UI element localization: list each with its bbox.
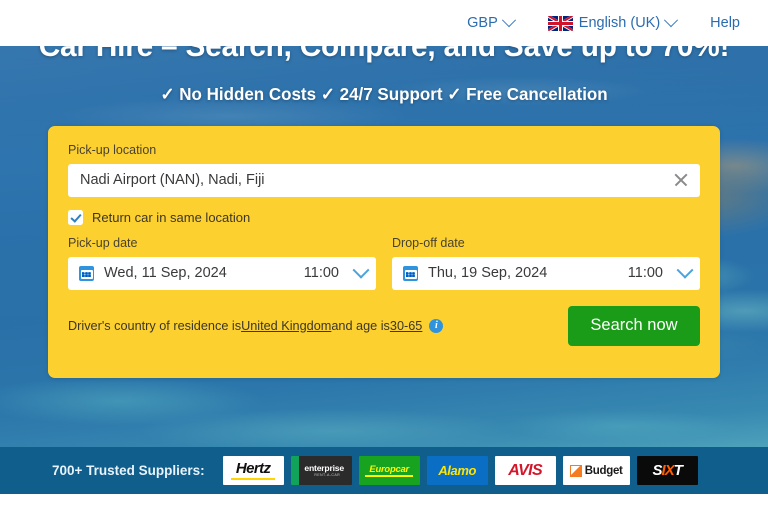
pickup-date-label: Pick-up date (68, 235, 138, 250)
supplier-logo-hertz[interactable]: Hertz (222, 456, 284, 485)
search-button[interactable]: Search now (568, 305, 700, 346)
pickup-location-value[interactable]: Nadi Airport (NAN), Nadi, Fiji (80, 172, 672, 188)
calendar-icon (79, 265, 94, 281)
checkbox-check-icon (68, 209, 83, 225)
date-fields-row: Pick-up date Wed, 11 Sep, 2024 11:00 Dro… (68, 235, 700, 290)
pickup-date-value: Wed, 11 Sep, 2024 (104, 265, 227, 281)
info-icon[interactable]: i (429, 318, 444, 333)
europcar-logo-text: Europcar (369, 462, 409, 474)
pickup-date-group: Pick-up date Wed, 11 Sep, 2024 11:00 (68, 235, 376, 290)
chevron-down-icon[interactable] (352, 261, 370, 279)
help-label: Help (710, 15, 740, 31)
supplier-bar-title: 700+ Trusted Suppliers: (52, 463, 205, 478)
supplier-logo-sixt[interactable]: SIXT (636, 456, 698, 485)
sixt-logo-text: SIXT (652, 462, 683, 479)
search-form-card: Pick-up location Nadi Airport (NAN), Nad… (48, 126, 720, 378)
driver-residence-text: Driver's country of residence is United … (68, 318, 444, 333)
supplier-logo-list: Hertz enterprise RENT-A-CAR Europcar Ala… (222, 456, 698, 485)
top-utility-bar: GBP English (UK) Help (0, 0, 768, 46)
currency-label: GBP (467, 15, 498, 31)
page-footer-area (0, 494, 768, 512)
language-selector[interactable]: English (UK) (547, 13, 679, 31)
supplier-logo-alamo[interactable]: Alamo (426, 456, 488, 485)
hertz-logo-underline (231, 477, 276, 481)
supplier-logo-enterprise[interactable]: enterprise RENT-A-CAR (290, 456, 352, 485)
europcar-logo-underline (365, 475, 414, 478)
supplier-bar: 700+ Trusted Suppliers: Hertz enterprise… (0, 447, 768, 494)
residence-prefix: Driver's country of residence is (68, 318, 242, 333)
calendar-icon (403, 265, 418, 281)
residence-middle: and age is (331, 318, 390, 333)
language-label: English (UK) (578, 15, 661, 31)
budget-logo-mark (569, 464, 582, 477)
dropoff-date-field[interactable]: Thu, 19 Sep, 2024 11:00 (392, 256, 700, 290)
dropoff-time-value[interactable]: 11:00 (628, 265, 663, 281)
residence-country-link[interactable]: United Kingdom (241, 319, 331, 333)
driver-age-link[interactable]: 30-65 (390, 319, 422, 333)
budget-logo-text: Budget (584, 464, 623, 477)
pickup-location-label: Pick-up location (68, 143, 157, 157)
enterprise-logo-text: enterprise (304, 463, 344, 474)
dropoff-date-value: Thu, 19 Sep, 2024 (428, 265, 548, 281)
return-same-location-checkbox[interactable]: Return car in same location (68, 209, 700, 225)
hero-subtitle: ✓ No Hidden Costs ✓ 24/7 Support ✓ Free … (160, 84, 608, 104)
enterprise-logo-subtext: RENT-A-CAR (314, 472, 341, 477)
avis-logo-text: AVIS (508, 461, 543, 479)
return-same-location-label: Return car in same location (92, 209, 251, 225)
currency-selector[interactable]: GBP (467, 13, 516, 31)
close-icon[interactable] (672, 171, 690, 189)
chevron-down-icon[interactable] (676, 261, 694, 279)
supplier-logo-avis[interactable]: AVIS (494, 456, 556, 485)
pickup-location-field[interactable]: Nadi Airport (NAN), Nadi, Fiji (68, 163, 700, 197)
uk-flag-icon (547, 15, 573, 31)
pickup-date-field[interactable]: Wed, 11 Sep, 2024 11:00 (68, 256, 376, 290)
chevron-down-icon (501, 13, 516, 28)
dropoff-date-group: Drop-off date Thu, 19 Sep, 2024 11:00 (392, 235, 700, 290)
alamo-logo-text: Alamo (438, 463, 477, 478)
dropoff-date-label: Drop-off date (392, 235, 465, 250)
help-link[interactable]: Help (710, 15, 740, 31)
supplier-logo-budget[interactable]: Budget (562, 456, 630, 485)
form-footer-row: Driver's country of residence is United … (68, 305, 700, 346)
pickup-time-value[interactable]: 11:00 (304, 265, 339, 281)
chevron-down-icon (664, 13, 679, 28)
hertz-logo-text: Hertz (235, 459, 271, 477)
supplier-logo-europcar[interactable]: Europcar (358, 456, 420, 485)
